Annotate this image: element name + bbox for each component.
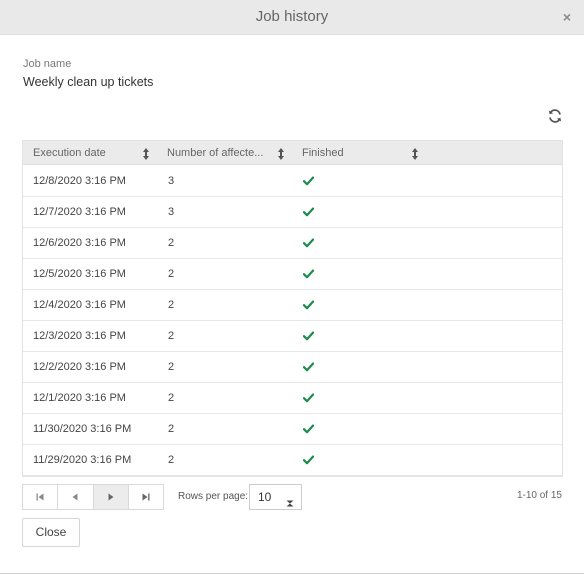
table-row[interactable]: 12/1/2020 3:16 PM 2 (23, 383, 562, 414)
close-button[interactable]: Close (22, 518, 80, 547)
refresh-icon[interactable] (547, 108, 563, 124)
check-icon (302, 176, 315, 186)
job-name-label: Job name (23, 58, 72, 70)
table-row[interactable]: 12/3/2020 3:16 PM 2 (23, 321, 562, 352)
check-icon (302, 207, 315, 217)
check-icon (302, 300, 315, 310)
dropdown-arrow-icon (286, 494, 294, 512)
affected-count-cell: 2 (168, 299, 175, 311)
execution-date-cell: 12/7/2020 3:16 PM (33, 206, 126, 218)
rows-per-page-value: 10 (258, 490, 272, 504)
execution-date-cell: 11/29/2020 3:16 PM (33, 454, 132, 466)
affected-count-cell: 3 (168, 175, 175, 187)
table-row[interactable]: 12/8/2020 3:16 PM 3 (23, 166, 562, 197)
column-header-finished[interactable]: Finished (302, 141, 344, 165)
table-row[interactable]: 12/7/2020 3:16 PM 3 (23, 197, 562, 228)
close-icon[interactable]: × (558, 8, 576, 26)
execution-date-cell: 12/1/2020 3:16 PM (33, 392, 126, 404)
affected-count-cell: 2 (168, 237, 175, 249)
check-icon (302, 424, 315, 434)
table-row[interactable]: 12/5/2020 3:16 PM 2 (23, 259, 562, 290)
rows-per-page-label: Rows per page: (178, 491, 249, 502)
affected-count-cell: 2 (168, 392, 175, 404)
table-row[interactable]: 11/29/2020 3:16 PM 2 (23, 445, 562, 476)
execution-date-cell: 12/2/2020 3:16 PM (33, 361, 126, 373)
execution-date-cell: 12/8/2020 3:16 PM (33, 175, 126, 187)
dialog-titlebar: Job history × (0, 0, 584, 35)
affected-count-cell: 2 (168, 330, 175, 342)
execution-date-cell: 12/6/2020 3:16 PM (33, 237, 126, 249)
check-icon (302, 331, 315, 341)
first-page-icon[interactable] (23, 485, 59, 509)
check-icon (302, 238, 315, 248)
page-range-info: 1-10 of 15 (516, 490, 562, 501)
next-page-icon[interactable] (93, 485, 129, 509)
job-history-dialog: Job history × Job name Weekly clean up t… (0, 0, 584, 574)
affected-count-cell: 2 (168, 361, 175, 373)
affected-count-cell: 2 (168, 423, 175, 435)
last-page-icon[interactable] (128, 485, 163, 509)
pagination-buttons (22, 484, 164, 510)
table-row[interactable]: 12/4/2020 3:16 PM 2 (23, 290, 562, 321)
affected-count-cell: 2 (168, 268, 175, 280)
column-header-affected[interactable]: Number of affecte... (167, 141, 263, 165)
job-name-value: Weekly clean up tickets (23, 75, 154, 89)
sort-icon[interactable] (411, 147, 419, 160)
execution-date-cell: 11/30/2020 3:16 PM (33, 423, 132, 435)
table-row[interactable]: 11/30/2020 3:16 PM 2 (23, 414, 562, 445)
execution-date-cell: 12/5/2020 3:16 PM (33, 268, 126, 280)
table-header: Execution date Number of affecte... Fini… (23, 141, 562, 165)
check-icon (302, 393, 315, 403)
check-icon (302, 269, 315, 279)
affected-count-cell: 2 (168, 454, 175, 466)
sort-icon[interactable] (277, 147, 285, 160)
table-row[interactable]: 12/2/2020 3:16 PM 2 (23, 352, 562, 383)
check-icon (302, 362, 315, 372)
execution-date-cell: 12/4/2020 3:16 PM (33, 299, 126, 311)
dialog-title: Job history (255, 8, 329, 25)
sort-icon[interactable] (142, 147, 150, 160)
affected-count-cell: 3 (168, 206, 175, 218)
rows-per-page-select[interactable]: 10 (249, 484, 302, 510)
table-row[interactable]: 12/6/2020 3:16 PM 2 (23, 228, 562, 259)
check-icon (302, 455, 315, 465)
execution-date-cell: 12/3/2020 3:16 PM (33, 330, 126, 342)
column-header-execution-date[interactable]: Execution date (33, 141, 106, 165)
job-history-table: Execution date Number of affecte... Fini… (22, 140, 563, 477)
previous-page-icon[interactable] (58, 485, 94, 509)
